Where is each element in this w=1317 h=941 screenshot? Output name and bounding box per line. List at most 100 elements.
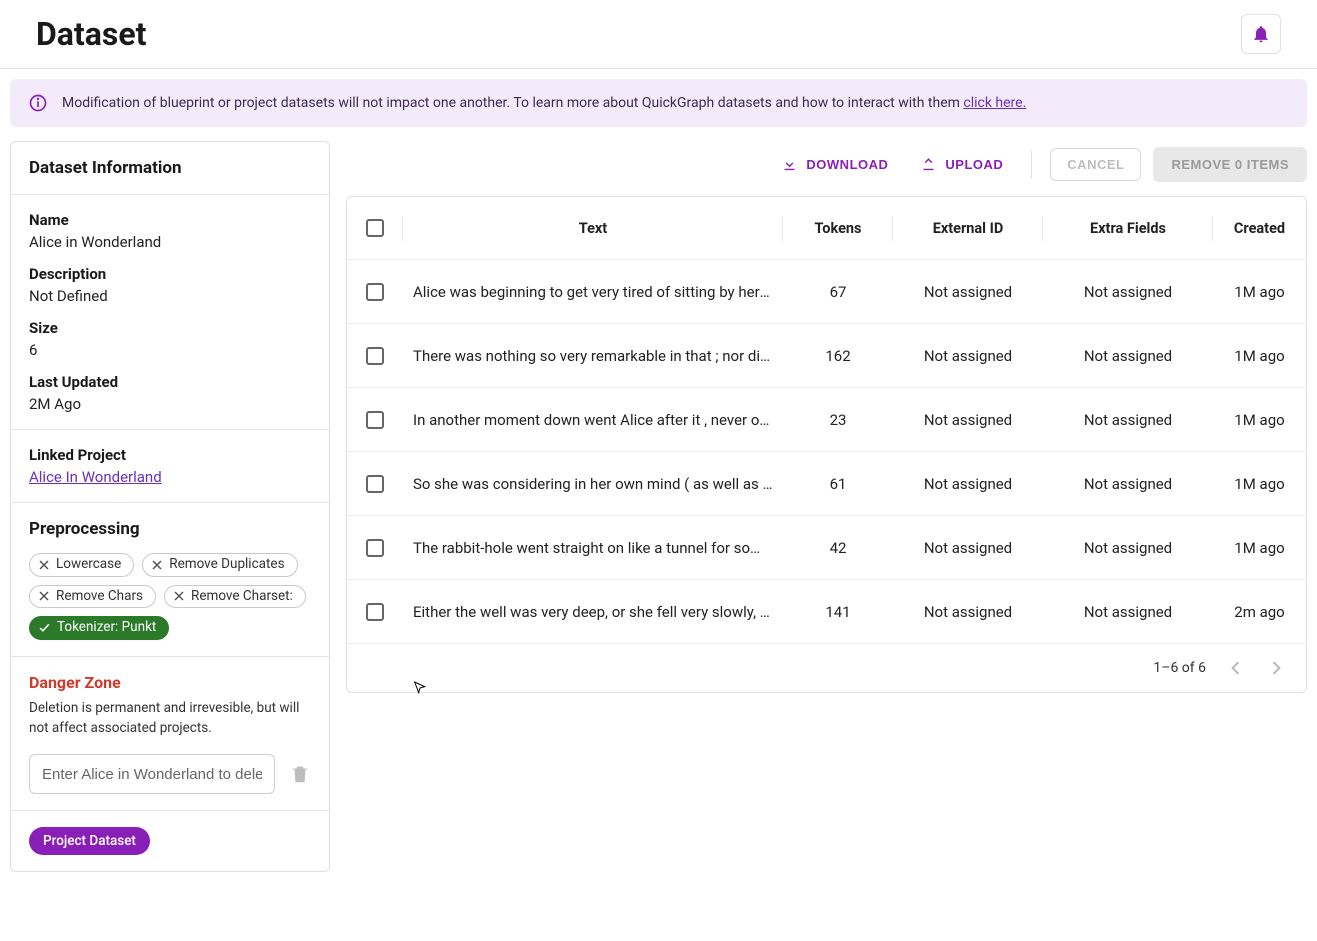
button-label: UPLOAD	[945, 157, 1003, 172]
cell-external-id: Not assigned	[893, 388, 1043, 452]
table-row[interactable]: Either the well was very deep, or she fe…	[347, 580, 1306, 644]
cell-created: 1M ago	[1213, 452, 1306, 516]
size-value: 6	[29, 341, 311, 359]
col-external-id[interactable]: External ID	[893, 197, 1043, 260]
check-icon	[38, 621, 51, 634]
chip-lowercase[interactable]: Lowercase	[29, 553, 134, 577]
chip-remove-charset[interactable]: Remove Charset:	[164, 585, 306, 609]
col-created[interactable]: Created	[1213, 197, 1306, 260]
cell-tokens: 61	[783, 452, 893, 516]
cell-external-id: Not assigned	[893, 580, 1043, 644]
chip-label: Lowercase	[56, 558, 121, 572]
delete-confirm-input[interactable]	[29, 754, 275, 794]
cell-tokens: 141	[783, 580, 893, 644]
upload-icon	[920, 156, 937, 173]
col-extra-fields[interactable]: Extra Fields	[1043, 197, 1213, 260]
info-icon	[28, 93, 48, 113]
cell-text: So she was considering in her own mind (…	[403, 452, 783, 516]
row-checkbox[interactable]	[366, 411, 384, 429]
cell-created: 1M ago	[1213, 324, 1306, 388]
table-row[interactable]: Alice was beginning to get very tired of…	[347, 260, 1306, 324]
table-row[interactable]: In another moment down went Alice after …	[347, 388, 1306, 452]
row-checkbox[interactable]	[366, 283, 384, 301]
cell-created: 1M ago	[1213, 388, 1306, 452]
cell-text: The rabbit-hole went straight on like a …	[403, 516, 783, 580]
cell-created: 1M ago	[1213, 260, 1306, 324]
cell-tokens: 67	[783, 260, 893, 324]
danger-zone-description: Deletion is permanent and irrevesible, b…	[29, 698, 311, 739]
cell-external-id: Not assigned	[893, 260, 1043, 324]
download-button[interactable]: DOWNLOAD	[771, 150, 898, 179]
info-banner: Modification of blueprint or project dat…	[10, 79, 1307, 127]
danger-zone-heading: Danger Zone	[29, 673, 311, 692]
chip-label: Remove Chars	[56, 590, 143, 604]
row-checkbox[interactable]	[366, 475, 384, 493]
chip-remove-duplicates[interactable]: Remove Duplicates	[142, 553, 297, 577]
cell-extra-fields: Not assigned	[1043, 324, 1213, 388]
table-row[interactable]: The rabbit-hole went straight on like a …	[347, 516, 1306, 580]
cell-extra-fields: Not assigned	[1043, 388, 1213, 452]
chip-label: Remove Charset:	[191, 590, 293, 604]
dataset-info-heading: Dataset Information	[29, 158, 311, 178]
remove-items-button[interactable]: REMOVE 0 ITEMS	[1153, 147, 1307, 182]
select-all-checkbox[interactable]	[366, 219, 384, 237]
trash-icon[interactable]	[289, 763, 311, 785]
row-checkbox[interactable]	[366, 539, 384, 557]
col-text[interactable]: Text	[403, 197, 783, 260]
dataset-table: Text Tokens External ID Extra Fields Cre…	[346, 196, 1307, 693]
cell-external-id: Not assigned	[893, 324, 1043, 388]
table-row[interactable]: So she was considering in her own mind (…	[347, 452, 1306, 516]
col-tokens[interactable]: Tokens	[783, 197, 893, 260]
table-row[interactable]: There was nothing so very remarkable in …	[347, 324, 1306, 388]
cell-tokens: 42	[783, 516, 893, 580]
cell-created: 2m ago	[1213, 580, 1306, 644]
banner-text: Modification of blueprint or project dat…	[62, 95, 963, 111]
cell-created: 1M ago	[1213, 516, 1306, 580]
chip-remove-chars[interactable]: Remove Chars	[29, 585, 156, 609]
x-icon	[173, 590, 185, 602]
download-icon	[781, 156, 798, 173]
cell-external-id: Not assigned	[893, 452, 1043, 516]
x-icon	[38, 559, 50, 571]
cell-tokens: 162	[783, 324, 893, 388]
preprocessing-heading: Preprocessing	[29, 519, 311, 539]
linked-project-link[interactable]: Alice In Wonderland	[29, 468, 162, 486]
button-label: DOWNLOAD	[806, 157, 888, 172]
notifications-button[interactable]	[1241, 14, 1281, 54]
size-label: Size	[29, 319, 311, 337]
x-icon	[38, 590, 50, 602]
last-updated-value: 2M Ago	[29, 395, 311, 413]
dataset-sidebar: Dataset Information Name Alice in Wonder…	[10, 141, 330, 872]
last-updated-label: Last Updated	[29, 373, 311, 391]
name-value: Alice in Wonderland	[29, 233, 311, 251]
bell-icon	[1251, 24, 1271, 44]
cell-text: Alice was beginning to get very tired of…	[403, 260, 783, 324]
cell-text: Either the well was very deep, or she fe…	[403, 580, 783, 644]
pager-range: 1–6 of 6	[1153, 660, 1206, 676]
cell-extra-fields: Not assigned	[1043, 580, 1213, 644]
cell-external-id: Not assigned	[893, 516, 1043, 580]
cell-tokens: 23	[783, 388, 893, 452]
upload-button[interactable]: UPLOAD	[910, 150, 1013, 179]
linked-project-label: Linked Project	[29, 446, 311, 464]
x-icon	[151, 559, 163, 571]
cell-text: There was nothing so very remarkable in …	[403, 324, 783, 388]
toolbar-divider	[1031, 151, 1032, 179]
row-checkbox[interactable]	[366, 347, 384, 365]
description-label: Description	[29, 265, 311, 283]
name-label: Name	[29, 211, 311, 229]
cell-text: In another moment down went Alice after …	[403, 388, 783, 452]
chip-label: Tokenizer: Punkt	[57, 621, 156, 635]
cell-extra-fields: Not assigned	[1043, 260, 1213, 324]
chip-tokenizer[interactable]: Tokenizer: Punkt	[29, 616, 169, 640]
pager-prev-icon[interactable]	[1226, 658, 1246, 678]
cell-extra-fields: Not assigned	[1043, 516, 1213, 580]
row-checkbox[interactable]	[366, 603, 384, 621]
banner-learn-more-link[interactable]: click here.	[963, 95, 1026, 111]
cancel-button[interactable]: CANCEL	[1050, 148, 1141, 181]
project-dataset-badge: Project Dataset	[29, 827, 150, 855]
cell-extra-fields: Not assigned	[1043, 452, 1213, 516]
chip-label: Remove Duplicates	[169, 558, 284, 572]
page-title: Dataset	[36, 15, 146, 53]
pager-next-icon[interactable]	[1266, 658, 1286, 678]
